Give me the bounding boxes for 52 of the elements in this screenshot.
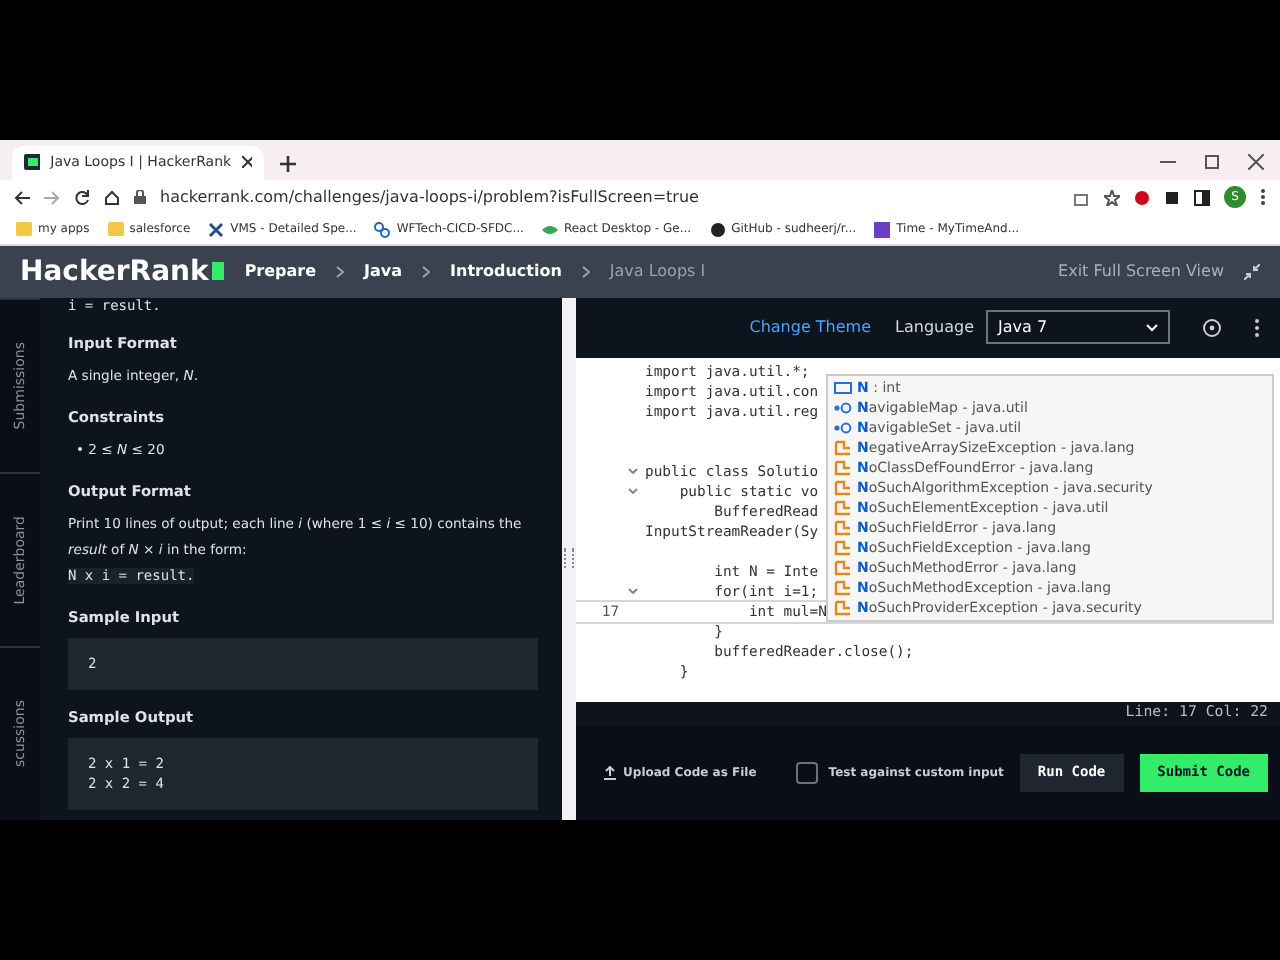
breadcrumb-link[interactable]: Java Loops I [609,262,706,281]
class-icon [833,539,852,556]
site-icon [24,154,41,171]
class-icon [833,479,852,496]
interface-icon [833,401,852,414]
home-icon[interactable] [104,189,120,206]
class-icon [833,439,852,456]
language-label: Language [895,318,974,337]
fold-chevron-icon[interactable] [627,588,638,595]
collapse-icon[interactable] [1244,263,1260,280]
breadcrumb-link[interactable]: Java [364,262,403,281]
class-icon [833,559,852,576]
breadcrumb-link[interactable]: Prepare [244,262,317,281]
more-icon[interactable] [1254,317,1260,338]
link-icon [374,221,391,238]
logo[interactable]: HackerRank [20,255,225,288]
exit-fullscreen-link[interactable]: Exit Full Screen View [1058,262,1224,281]
chevron-icon [581,265,590,278]
lock-icon [134,190,146,205]
variable-icon [833,381,852,394]
back-arrow-icon[interactable] [14,189,30,206]
class-icon [833,599,852,616]
fold-chevron-icon[interactable] [627,488,638,495]
splitter-handle[interactable] [561,297,576,820]
caret-icon [1146,323,1158,332]
folder-icon [107,222,124,237]
star-icon[interactable] [1104,189,1120,206]
chevron-icon [422,265,431,278]
breadcrumb-link[interactable]: Introduction [450,262,562,281]
upload-icon [603,765,616,780]
more-icon[interactable] [1260,188,1266,207]
class-icon [833,499,852,516]
close-icon[interactable] [241,156,252,169]
restore-icon[interactable] [1204,153,1220,170]
leaf-icon [541,223,558,236]
fold-chevron-icon[interactable] [627,468,638,475]
address-bar[interactable]: hackerrank.com/challenges/java-loops-i/problem?isFullScreen=true [160,188,1060,207]
checkbox[interactable] [796,761,819,784]
class-icon [833,579,852,596]
close-icon[interactable] [1248,153,1264,170]
class-icon [833,519,852,536]
square-icon [874,221,891,238]
language-select[interactable]: Java 7 [986,310,1170,345]
sidebar-icon[interactable] [1194,189,1210,206]
reset-icon[interactable] [1202,317,1222,338]
plus-icon[interactable] [280,155,296,172]
class-icon [833,459,852,476]
interface-icon [833,421,852,434]
reload-icon[interactable] [74,189,90,206]
folder-icon [16,222,32,237]
change-theme-link[interactable]: Change Theme [749,318,872,337]
chevron-icon [336,265,345,278]
